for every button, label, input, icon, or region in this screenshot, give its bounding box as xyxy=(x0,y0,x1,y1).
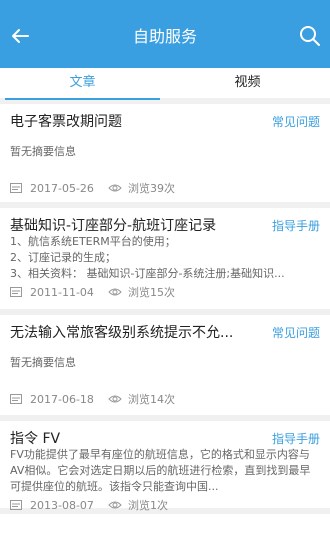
article-list: 电子客票改期问题 常见问题 暂无摘要信息 2017-05-26 浏览39次 基础… xyxy=(0,104,330,514)
item-date: 2011-11-04 xyxy=(30,286,94,299)
list-item[interactable]: 无法输入常旅客级别系统提示不允... 常见问题 暂无摘要信息 2017-06-1… xyxy=(0,315,330,421)
item-summary: 暂无摘要信息 xyxy=(10,355,320,375)
summary-line: 3、相关资料： 基础知识-订座部分-系统注册;基础知识... xyxy=(10,267,285,280)
summary-line: 暂无摘要信息 xyxy=(10,145,76,158)
list-item[interactable]: 电子客票改期问题 常见问题 暂无摘要信息 2017-05-26 浏览39次 xyxy=(0,104,330,208)
search-icon[interactable] xyxy=(298,24,322,48)
summary-line: FV功能提供了最早有座位的航班信息，它的格式和显示内容与AV相似。它会对选定日期… xyxy=(10,448,311,493)
item-date: 2017-06-18 xyxy=(30,393,94,406)
item-views: 浏览14次 xyxy=(128,393,175,406)
tab-bar: 文章 视频 xyxy=(0,68,330,104)
calendar-icon xyxy=(10,500,22,510)
item-category: 常见问题 xyxy=(271,115,320,129)
item-title: 电子客票改期问题 xyxy=(10,114,122,130)
calendar-icon xyxy=(10,287,22,297)
list-item[interactable]: 指令 FV 指导手册 FV功能提供了最早有座位的航班信息，它的格式和显示内容与A… xyxy=(0,421,330,514)
tab-videos[interactable]: 视频 xyxy=(165,68,330,98)
list-item[interactable]: 基础知识-订座部分-航班订座记录 指导手册 1、航信系统ETERM平台的使用； … xyxy=(0,208,330,315)
eye-icon xyxy=(108,184,122,192)
summary-line: 1、航信系统ETERM平台的使用； xyxy=(10,235,176,248)
item-meta: 2017-06-18 浏览14次 xyxy=(10,389,320,411)
calendar-icon xyxy=(10,394,22,404)
item-category: 指导手册 xyxy=(271,219,320,233)
item-category: 指导手册 xyxy=(271,432,320,446)
calendar-icon xyxy=(10,183,22,193)
item-views: 浏览15次 xyxy=(128,286,175,299)
item-category: 常见问题 xyxy=(271,326,320,340)
item-views: 浏览39次 xyxy=(128,182,175,195)
summary-line: 暂无摘要信息 xyxy=(10,356,76,369)
item-date: 2013-08-07 xyxy=(30,499,94,512)
item-meta: 2013-08-07 浏览1次 xyxy=(10,495,320,517)
item-summary: FV功能提供了最早有座位的航班信息，它的格式和显示内容与AV相似。它会对选定日期… xyxy=(10,447,320,495)
eye-icon xyxy=(108,288,122,296)
item-title: 基础知识-订座部分-航班订座记录 xyxy=(10,218,217,234)
eye-icon xyxy=(108,395,122,403)
summary-line: 2、订座记录的生成； xyxy=(10,251,116,264)
app-header: 自助服务 xyxy=(0,0,330,68)
eye-icon xyxy=(108,501,122,509)
item-summary: 暂无摘要信息 xyxy=(10,144,320,164)
item-title: 指令 FV xyxy=(10,431,61,447)
tab-articles[interactable]: 文章 xyxy=(0,68,165,100)
item-meta: 2011-11-04 浏览15次 xyxy=(10,282,320,304)
item-date: 2017-05-26 xyxy=(30,182,94,195)
item-views: 浏览1次 xyxy=(128,499,168,512)
page-title: 自助服务 xyxy=(132,27,197,46)
item-meta: 2017-05-26 浏览39次 xyxy=(10,178,320,200)
item-title: 无法输入常旅客级别系统提示不允... xyxy=(10,325,234,341)
item-summary: 1、航信系统ETERM平台的使用； 2、订座记录的生成； 3、相关资料： 基础知… xyxy=(10,234,320,282)
